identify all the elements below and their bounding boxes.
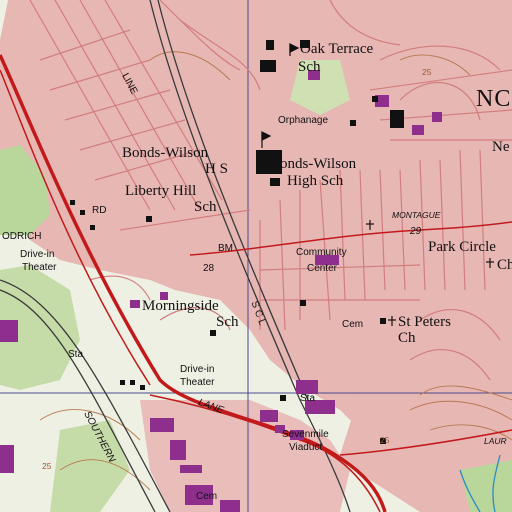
community-label: Community: [296, 247, 347, 258]
bonds-wilson-high-sch: High Sch: [287, 173, 344, 189]
bonds-wilson-hs-label: Bonds-Wilson: [122, 145, 209, 161]
liberty-hill-sch: Sch: [194, 199, 217, 215]
route-29-label: 29: [410, 226, 422, 237]
topographic-map[interactable]: Oak Terrace Sch NC Orphanage Ne Bonds-Wi…: [0, 0, 512, 512]
drive-in-1-theater: Theater: [22, 262, 57, 273]
sevenmile-label: Sevenmile: [282, 429, 329, 440]
viaduct-label: Viaduct: [289, 442, 323, 453]
contour-25-c: 25: [380, 435, 390, 445]
contour-25-a: 25: [422, 67, 432, 77]
station-2-label: Sta: [300, 393, 316, 404]
park-circle-ch: Ch: [497, 257, 512, 273]
park-circle-label: Park Circle: [428, 239, 496, 255]
benchmark-label: BM: [218, 243, 233, 254]
bonds-wilson-high-label: Bonds-Wilson: [270, 156, 357, 172]
orphanage-label: Orphanage: [278, 115, 329, 126]
contour-25-b: 25: [42, 461, 52, 471]
station-1-label: Sta: [68, 349, 84, 360]
bonds-wilson-hs-abbr: H S: [205, 161, 228, 177]
map-graphics: [0, 0, 512, 512]
oak-terrace-sch-label: Sch: [298, 59, 321, 75]
drive-in-2-theater: Theater: [180, 377, 215, 388]
drive-in-2-label: Drive-in: [180, 364, 215, 375]
odrich-label: ODRICH: [2, 231, 42, 242]
morningside-sch: Sch: [216, 314, 239, 330]
st-peters-label: St Peters: [398, 314, 451, 330]
morningside-label: Morningside: [142, 298, 219, 314]
cemetery-1-label: Cem: [342, 319, 364, 330]
drive-in-1-label: Drive-in: [20, 249, 55, 260]
cemetery-2-label: Cem: [196, 491, 218, 502]
north-partial-label: NC: [476, 86, 512, 112]
elevation-28-label: 28: [203, 263, 215, 274]
liberty-hill-label: Liberty Hill: [125, 183, 197, 199]
rd-label: RD: [92, 205, 107, 216]
community-center-label: Center: [307, 263, 338, 274]
montague-label: MONTAGUE: [392, 210, 441, 220]
st-peters-ch: Ch: [398, 330, 416, 346]
laurel-road-label: LAUR: [484, 436, 507, 446]
ne-partial-label: Ne: [492, 139, 510, 155]
oak-terrace-label: Oak Terrace: [300, 41, 374, 57]
